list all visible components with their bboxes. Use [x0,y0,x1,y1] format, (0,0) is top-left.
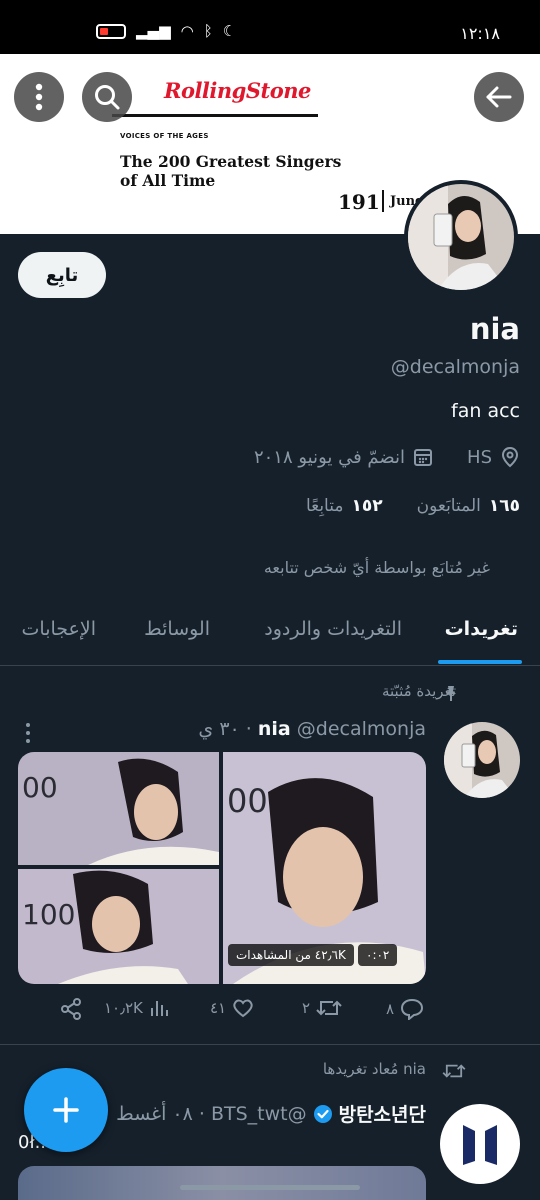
compose-tweet-button[interactable] [24,1068,108,1152]
status-icons: ▂▄▆ ◠ ᛒ ☾ [96,24,236,39]
retweet-handle-time: @BTS_twt · ٠٨ أغسط [116,1102,307,1125]
tweet-divider [0,1044,540,1045]
bluetooth-icon: ᛒ [203,22,213,40]
status-bar: ▂▄▆ ◠ ᛒ ☾ ١٢:١٨ [0,0,540,54]
following-count[interactable]: ١٥٢ [351,496,382,516]
retweet-icon [316,1000,342,1016]
tab-tweets-replies[interactable]: التغريدات والردود [264,618,402,640]
profile-bio: fan acc [451,400,520,422]
retweet-media[interactable] [18,1166,426,1200]
banner-separator [382,190,384,212]
pinned-label: تغريدة مُثبّتة [381,682,456,700]
svg-text:100: 100 [22,898,75,931]
profile-avatar[interactable] [404,180,518,294]
tab-likes[interactable]: الإعجابات [22,618,96,640]
back-button[interactable] [474,72,524,122]
retweet-button[interactable]: ٢ [302,998,342,1018]
views-stat[interactable]: ١٠٫٢K [104,998,169,1018]
tab-tweets[interactable]: تغريدات [445,618,518,640]
profile-joined: انضمّ في يونيو ٢٠١٨ [253,446,406,468]
profile-location: HS [467,446,492,468]
more-options-button[interactable] [14,72,64,122]
like-button[interactable]: ٤١ [210,998,254,1018]
profile-name: nia [469,312,520,346]
plus-icon [53,1097,79,1123]
retweet-header: 방탄소년단 @BTS_twt · ٠٨ أغسط [116,1100,426,1127]
banner-rank: 191 [338,190,380,214]
reply-button[interactable]: ٨ [386,998,424,1020]
banner-headline: The 200 Greatest Singers of All Time [120,152,342,190]
avatar-photo [408,184,514,290]
tweet-avatar[interactable] [444,722,520,798]
following-label[interactable]: متابِعًا [306,496,344,516]
heart-icon [233,999,253,1018]
profile-tabs: تغريدات التغريدات والردود الوسائط الإعجا… [0,604,540,666]
follow-button[interactable]: تابِع [18,252,106,298]
tweet-actions: ١٠٫٢K ٤١ ٢ ٨ [0,998,540,1032]
tab-media[interactable]: الوسائط [144,618,210,640]
media-thumbnail[interactable]: 00 [18,752,219,865]
battery-icon [96,24,126,39]
views-count: ١٠٫٢K [104,999,143,1017]
signal-icon: ▂▄▆ [136,22,171,40]
location-icon [501,446,519,468]
rolling-stone-logo: RollingStone [164,78,311,103]
clock: ١٢:١٨ [460,24,500,43]
tweet-header: nia @decalmonja · ٣٠ ي [198,718,426,740]
not-followed-notice: غير مُتابَع بواسطة أيّ شخص تتابعه [263,558,490,577]
followers-label[interactable]: المتابَعون [417,496,481,516]
profile-handle: @decalmonja [390,356,520,378]
profile-meta: HS انضمّ في يونيو ٢٠١٨ [254,446,520,468]
tweet-more-icon[interactable] [24,722,32,744]
share-icon [61,998,81,1020]
svg-text:00: 00 [227,782,268,820]
retweet-author-name[interactable]: 방탄소년단 [339,1100,426,1127]
banner-rule [112,114,318,117]
arrow-right-icon [486,86,512,108]
share-button[interactable] [60,998,82,1020]
search-button[interactable] [82,72,132,122]
bts-avatar[interactable] [440,1104,520,1184]
retweeted-by-label[interactable]: nia مُعاد تغريدها [323,1060,426,1078]
like-count: ٤١ [210,999,227,1017]
verified-badge-icon [313,1104,332,1123]
bts-logo [463,1125,497,1165]
analytics-icon [150,1001,168,1016]
media-photo: 100 [18,869,219,984]
follow-counts: ١٦٥ المتابَعون ١٥٢ متابِعًا [306,496,520,516]
media-thumbnail[interactable]: 100 [18,869,219,984]
moon-icon: ☾ [222,22,237,40]
tweet-author-name[interactable]: nia [258,718,291,740]
video-duration: ٠:٠٢ [358,944,398,966]
reply-count: ٨ [386,1000,395,1018]
wifi-icon: ◠ [180,22,194,40]
reply-icon [401,998,424,1020]
active-tab-indicator [438,660,522,664]
svg-text:00: 00 [22,771,58,804]
retweet-indicator-icon [442,1064,466,1078]
search-icon [95,85,120,110]
banner-kicker: VOICES OF THE AGES [120,132,209,140]
vertical-dots-icon [35,83,43,111]
followers-count[interactable]: ١٦٥ [489,496,520,516]
calendar-icon [414,449,433,466]
video-views: ٤٢٫٦K من المشاهدات [228,944,354,966]
tweet-handle-time: @decalmonja · ٣٠ ي [198,718,426,740]
avatar-photo [444,722,520,798]
media-photo: 00 [18,752,219,865]
retweet-count: ٢ [302,999,311,1017]
home-indicator[interactable] [180,1185,360,1190]
